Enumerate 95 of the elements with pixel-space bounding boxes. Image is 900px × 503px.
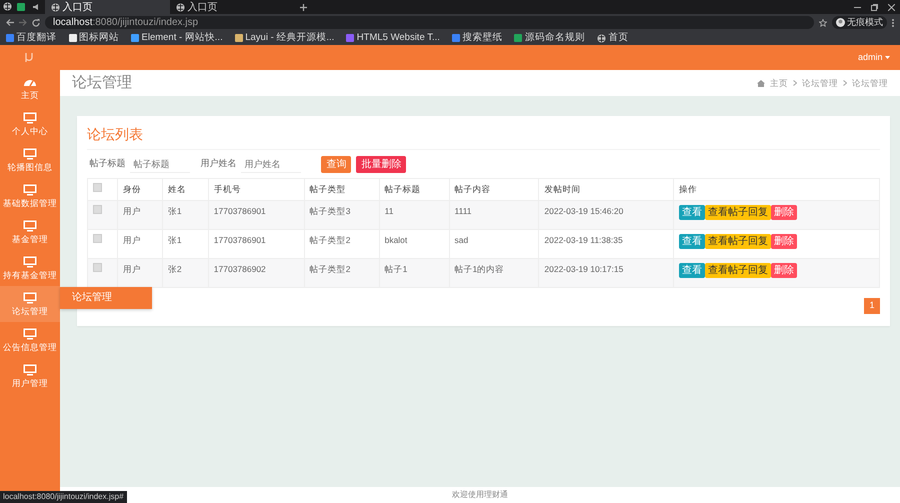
globe-icon <box>51 2 60 12</box>
table-cell: 帖子类型3 <box>304 200 380 230</box>
checkbox[interactable] <box>92 183 102 192</box>
bookmark-icon <box>234 34 243 42</box>
table-cell: 帖子1的内容 <box>449 258 539 288</box>
sidebar-item[interactable]: 持有基金管理 <box>0 250 60 286</box>
batch-delete-button[interactable]: 批量删除 <box>356 156 406 172</box>
profile-icon <box>836 18 844 27</box>
breadcrumb-item[interactable]: 论坛管理 <box>802 76 838 90</box>
submenu-item[interactable]: 论坛管理 <box>60 287 152 309</box>
column-header: 发帖时间 <box>538 178 674 200</box>
caret-icon <box>885 56 890 59</box>
monitor-icon <box>22 292 37 304</box>
bookmark-icon <box>6 34 14 42</box>
filter-label: 用户姓名 <box>200 157 236 170</box>
card-title: 论坛列表 <box>86 124 880 150</box>
table-cell: 用户 <box>117 200 162 230</box>
table-cell: 张1 <box>162 200 208 230</box>
bookmark[interactable]: Layui - 经典开源模... <box>234 30 334 46</box>
app-tab-icon[interactable] <box>16 3 24 11</box>
table-cell: 张2 <box>162 258 208 288</box>
monitor-icon <box>22 328 37 340</box>
restore-icon[interactable] <box>871 4 878 10</box>
sidebar-item[interactable]: 论坛管理 <box>0 286 60 322</box>
chevron-icon <box>843 80 847 86</box>
bookmark-icon <box>452 34 460 42</box>
table-cell: 1111 <box>449 200 539 230</box>
checkbox[interactable] <box>92 234 102 243</box>
bookmark[interactable]: 图标网站 <box>68 30 119 46</box>
sidebar-item[interactable]: 基金管理 <box>0 214 60 250</box>
view-replies-button[interactable]: 查看帖子回复 <box>705 234 772 249</box>
monitor-icon <box>22 112 37 124</box>
table-cell: 17703786901 <box>208 200 304 230</box>
bookmark[interactable]: 源码命名规则 <box>514 30 585 46</box>
checkbox[interactable] <box>92 205 102 214</box>
bookmark[interactable]: HTML5 Website T... <box>346 30 440 46</box>
table-cell: 2022-03-19 10:17:15 <box>538 258 674 288</box>
sidebar-item[interactable]: 主页 <box>0 70 60 106</box>
table-cell: 帖子1 <box>379 258 450 288</box>
sidebar-item[interactable]: 基础数据管理 <box>0 178 60 214</box>
sidebar-item[interactable]: 用户管理 <box>0 358 60 394</box>
back-icon[interactable] <box>6 19 14 26</box>
audio-icon[interactable] <box>32 3 40 11</box>
delete-button[interactable]: 删除 <box>771 234 798 249</box>
monitor-icon <box>22 184 37 196</box>
chevron-icon <box>793 80 797 86</box>
bookmark[interactable]: 首页 <box>596 30 628 46</box>
view-button[interactable]: 查看 <box>679 263 706 278</box>
address-field[interactable]: localhost:8080/jijintouzi/index.jsp <box>45 16 814 29</box>
search-button[interactable]: 查询 <box>321 156 352 172</box>
table-cell: 11 <box>379 200 450 230</box>
globe-icon <box>596 34 606 42</box>
monitor-icon <box>22 256 37 268</box>
bookmark[interactable]: 百度翻译 <box>6 30 56 46</box>
browser-tab[interactable]: 入口页 <box>45 0 170 14</box>
footer-text: 欢迎使用理财通 <box>452 489 508 501</box>
bookmark[interactable]: Element - 网站快... <box>131 30 223 46</box>
user-menu[interactable]: admin <box>858 50 890 64</box>
browser-tab[interactable]: 入口页 <box>170 0 295 14</box>
column-header: 操作 <box>674 178 880 200</box>
bookmark[interactable]: 搜索壁纸 <box>452 30 502 46</box>
logo-icon <box>25 52 34 63</box>
sidebar-item[interactable]: 轮播图信息 <box>0 142 60 178</box>
sidebar-item[interactable]: 公告信息管理 <box>0 322 60 358</box>
reload-icon[interactable] <box>32 18 40 26</box>
new-tab-icon[interactable] <box>300 4 307 10</box>
page-button[interactable]: 1 <box>864 298 880 314</box>
sidebar-item[interactable]: 个人中心 <box>0 106 60 142</box>
bookmark-icon <box>346 34 354 42</box>
view-button[interactable]: 查看 <box>679 234 706 249</box>
bookmark-star-icon[interactable] <box>818 18 826 26</box>
monitor-icon <box>22 220 37 232</box>
close-icon[interactable] <box>888 4 895 10</box>
page-title: 论坛管理 <box>72 72 132 93</box>
bookmark-icon <box>131 34 139 42</box>
globe-icon <box>176 2 185 12</box>
profile-button[interactable]: 无痕模式 <box>832 16 887 30</box>
home-icon <box>757 80 765 86</box>
view-button[interactable]: 查看 <box>679 205 706 220</box>
filter-label: 帖子标题 <box>89 157 126 170</box>
table-cell: 帖子类型2 <box>304 258 380 288</box>
breadcrumb-item: 论坛管理 <box>852 76 888 90</box>
checkbox[interactable] <box>92 263 102 272</box>
monitor-icon <box>22 364 37 376</box>
column-header: 手机号 <box>208 178 304 200</box>
monitor-icon <box>22 148 37 160</box>
delete-button[interactable]: 删除 <box>771 205 798 220</box>
delete-button[interactable]: 删除 <box>771 263 798 278</box>
bookmark-icon <box>68 34 76 42</box>
view-replies-button[interactable]: 查看帖子回复 <box>705 205 772 220</box>
breadcrumb-item[interactable]: 主页 <box>770 76 788 90</box>
bookmark-icon <box>514 34 522 42</box>
view-replies-button[interactable]: 查看帖子回复 <box>705 263 772 278</box>
table-cell: 17703786902 <box>208 258 304 288</box>
table-cell: 2022-03-19 15:46:20 <box>538 200 674 230</box>
